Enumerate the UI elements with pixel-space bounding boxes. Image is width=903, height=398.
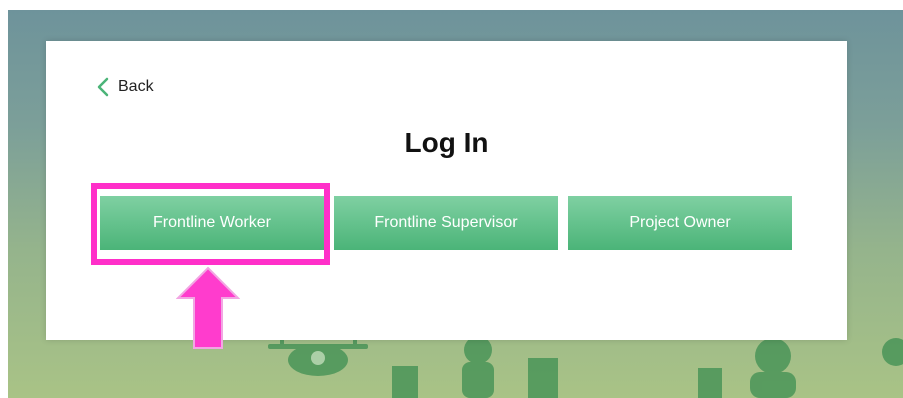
chevron-left-icon [97, 77, 109, 97]
highlight-box [91, 183, 330, 265]
frontline-supervisor-button[interactable]: Frontline Supervisor [334, 196, 558, 250]
page-title: Log In [404, 127, 489, 158]
back-label: Back [118, 78, 154, 95]
arrow-up-icon [176, 266, 240, 349]
project-owner-button[interactable]: Project Owner [568, 196, 792, 250]
back-link[interactable]: Back [96, 77, 154, 97]
